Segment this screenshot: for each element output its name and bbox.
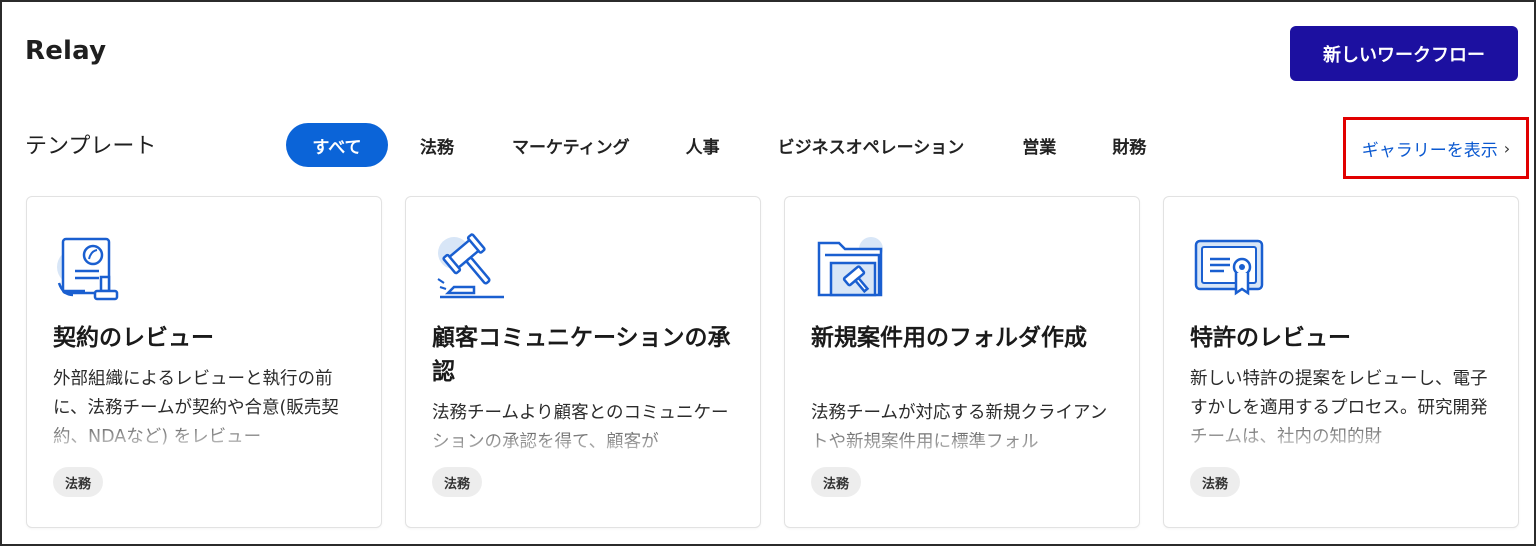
card-title: 新規案件用のフォルダ作成 xyxy=(811,325,1087,351)
template-card-contract-review[interactable]: 契約のレビュー 外部組織によるレビューと執行の前に、法務チームが契約や合意(販売… xyxy=(26,196,382,528)
chevron-right-icon: › xyxy=(1503,138,1511,158)
tab-finance[interactable]: 財務 xyxy=(1094,123,1164,167)
legal-folder-icon xyxy=(817,237,883,297)
certificate-icon xyxy=(1194,239,1264,296)
template-card-list: 契約のレビュー 外部組織によるレビューと執行の前に、法務チームが契約や合意(販売… xyxy=(26,196,1519,528)
card-description: 法務チームより顧客とのコミュニケーションの承認を得て、顧客が xyxy=(432,403,729,452)
view-gallery-label: ギャラリーを表示 xyxy=(1361,140,1498,161)
card-title: 顧客コミュニケーションの承認 xyxy=(432,325,731,385)
category-tag: 法務 xyxy=(1190,467,1241,497)
card-title: 契約のレビュー xyxy=(53,325,214,351)
template-card-new-matter-folder[interactable]: 新規案件用のフォルダ作成 法務チームが対応する新規クライアントや新規案件用に標準… xyxy=(784,196,1140,528)
tab-sales[interactable]: 営業 xyxy=(1004,123,1074,167)
card-description: 法務チームが対応する新規クライアントや新規案件用に標準フォル xyxy=(811,403,1108,452)
tab-all[interactable]: すべて xyxy=(286,123,388,167)
category-tag: 法務 xyxy=(432,467,483,497)
category-tag: 法務 xyxy=(811,467,862,497)
tab-legal[interactable]: 法務 xyxy=(402,123,472,167)
tab-business-operations[interactable]: ビジネスオペレーション xyxy=(760,123,983,167)
view-gallery-link[interactable]: ギャラリーを表示 › xyxy=(1343,117,1529,179)
gavel-icon xyxy=(437,233,504,299)
card-description: 外部組織によるレビューと執行の前に、法務チームが契約や合意(販売契約、NDAなど… xyxy=(53,369,339,447)
app-window: Relay 新しいワークフロー テンプレート すべて 法務 マーケティング 人事… xyxy=(0,0,1536,546)
card-title: 特許のレビュー xyxy=(1190,325,1351,351)
app-title: Relay xyxy=(25,36,107,66)
card-description: 新しい特許の提案をレビューし、電子すかしを適用するプロセス。研究開発チームは、社… xyxy=(1190,369,1488,447)
contract-document-icon xyxy=(57,237,119,301)
templates-section-title: テンプレート xyxy=(25,134,157,159)
template-card-patent-review[interactable]: 特許のレビュー 新しい特許の提案をレビューし、電子すかしを適用するプロセス。研究… xyxy=(1163,196,1519,528)
new-workflow-button[interactable]: 新しいワークフロー xyxy=(1290,26,1518,81)
category-tag: 法務 xyxy=(53,467,104,497)
category-tabs: すべて 法務 マーケティング 人事 ビジネスオペレーション 営業 財務 xyxy=(286,123,1164,167)
template-card-customer-communication-approval[interactable]: 顧客コミュニケーションの承認 法務チームより顧客とのコミュニケーションの承認を得… xyxy=(405,196,761,528)
tab-marketing[interactable]: マーケティング xyxy=(494,123,648,167)
tab-hr[interactable]: 人事 xyxy=(668,123,738,167)
